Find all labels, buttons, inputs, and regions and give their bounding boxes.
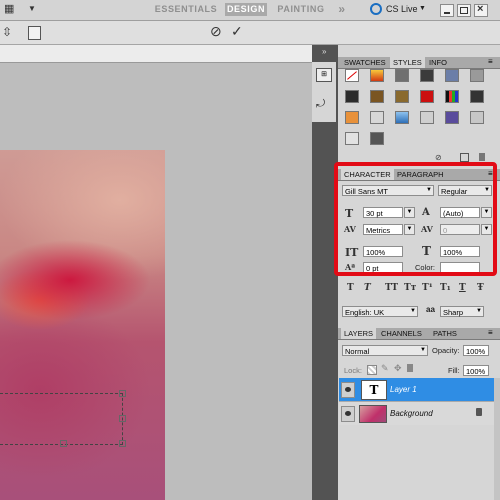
lock-pixels-icon[interactable]: ✎ (381, 363, 389, 374)
delete-style-icon[interactable]: ⊘ (435, 153, 442, 162)
cancel-edit-icon[interactable]: ⊘ (210, 23, 222, 40)
opacity-label: Opacity: (432, 346, 460, 355)
style-swatch[interactable] (395, 69, 409, 82)
opacity-field[interactable]: 100% (463, 345, 489, 356)
actions-panel-icon[interactable]: ⤾ (316, 98, 330, 112)
document-image[interactable] (0, 150, 165, 500)
faux-bold-button[interactable]: T (347, 283, 354, 293)
text-orientation-icon[interactable]: ⇳ (2, 25, 12, 39)
visibility-eye-icon[interactable] (341, 382, 355, 398)
text-bounding-box[interactable] (0, 393, 123, 445)
dropdown-arrow-icon[interactable]: ▼ (28, 4, 36, 13)
style-swatch[interactable] (370, 132, 384, 145)
all-caps-button[interactable]: TT (385, 283, 398, 293)
tab-channels[interactable]: CHANNELS (378, 328, 425, 339)
style-swatch[interactable] (470, 90, 484, 103)
faux-italic-button[interactable]: T (364, 283, 371, 293)
style-swatch[interactable] (420, 90, 434, 103)
strikethrough-button[interactable]: Ŧ (477, 283, 484, 293)
transform-handle[interactable] (119, 390, 126, 397)
layers-panel-tabs: LAYERS CHANNELS PATHS ≡ (338, 328, 500, 340)
character-panel-highlight (334, 162, 497, 276)
style-swatch[interactable] (395, 90, 409, 103)
language-select[interactable]: English: UK (342, 306, 418, 317)
lock-label: Lock: (344, 366, 362, 375)
antialias-icon: aa (426, 305, 435, 314)
tab-info[interactable]: INFO (426, 57, 450, 68)
subscript-button[interactable]: T₁ (440, 283, 451, 293)
layer-name[interactable]: Layer 1 (390, 385, 417, 394)
lock-all-icon[interactable] (407, 364, 413, 372)
cs-live-dropdown-icon[interactable]: ▼ (419, 5, 426, 12)
layers-scrollbar[interactable] (494, 378, 500, 500)
superscript-button[interactable]: T¹ (422, 283, 433, 293)
style-swatch[interactable] (445, 111, 459, 124)
collapse-dock-icon[interactable]: » (322, 47, 326, 56)
style-swatch[interactable] (445, 69, 459, 82)
small-caps-button[interactable]: Tт (404, 283, 416, 293)
style-swatch[interactable] (445, 90, 459, 103)
background-layer-thumbnail (359, 405, 387, 423)
fill-label: Fill: (448, 366, 460, 375)
style-swatch[interactable] (345, 90, 359, 103)
options-bar: ⇳ ⊘ ✓ (0, 21, 500, 45)
blend-mode-dropdown-icon[interactable]: ▼ (420, 347, 426, 353)
history-panel-icon[interactable]: ⊞ (316, 68, 332, 82)
layer-lock-icon (476, 408, 482, 416)
antialias-dropdown-icon[interactable]: ▼ (476, 308, 482, 314)
close-button[interactable]: × (474, 3, 488, 17)
text-style-buttons: T T TT Tт T¹ T₁ T Ŧ (340, 283, 490, 297)
style-swatch[interactable] (345, 132, 359, 145)
fill-field[interactable]: 100% (463, 365, 489, 376)
cs-live-icon[interactable] (370, 3, 382, 15)
tab-styles[interactable]: STYLES (390, 57, 425, 68)
style-swatch[interactable] (420, 111, 434, 124)
workspace-essentials[interactable]: ESSENTIALS (152, 3, 220, 16)
style-swatch[interactable] (370, 69, 384, 82)
menu-expand-icon[interactable]: ▦ (4, 3, 18, 16)
underline-button[interactable]: T (459, 283, 466, 293)
panel-menu-icon[interactable]: ≡ (488, 328, 493, 337)
tab-swatches[interactable]: SWATCHES (341, 57, 389, 68)
layer-row-layer-1[interactable]: T Layer 1 (339, 378, 494, 401)
layer-name[interactable]: Background (390, 409, 433, 418)
collapsed-panel-icons: ⊞ ⤾ (312, 62, 336, 122)
tab-layers[interactable]: LAYERS (341, 328, 377, 339)
more-workspaces-icon[interactable]: » (334, 3, 350, 16)
trash-icon[interactable] (479, 153, 485, 161)
application-bar: ▦ ▼ ESSENTIALS DESIGN PAINTING » CS Live… (0, 0, 500, 21)
visibility-eye-icon[interactable] (341, 406, 355, 422)
style-swatch[interactable] (470, 69, 484, 82)
style-swatch-none[interactable] (345, 69, 359, 82)
workspace-painting[interactable]: PAINTING (275, 3, 327, 16)
text-layer-thumbnail: T (361, 380, 387, 400)
restore-button[interactable] (457, 4, 471, 17)
new-style-icon[interactable] (460, 153, 469, 162)
transform-handle[interactable] (119, 415, 126, 422)
style-swatch[interactable] (420, 69, 434, 82)
cs-live-label[interactable]: CS Live (386, 4, 418, 14)
style-swatch[interactable] (370, 90, 384, 103)
style-swatch[interactable] (395, 111, 409, 124)
styles-panel-tabs: SWATCHES STYLES INFO ≡ (338, 57, 500, 69)
layer-row-background[interactable]: Background (339, 401, 494, 425)
language-dropdown-icon[interactable]: ▼ (410, 308, 416, 314)
lock-position-icon[interactable]: ✥ (394, 363, 402, 374)
style-swatch[interactable] (345, 111, 359, 124)
tab-paths[interactable]: PATHS (430, 328, 460, 339)
style-swatch[interactable] (370, 111, 384, 124)
toggle-panels-icon[interactable] (28, 26, 41, 40)
commit-edit-icon[interactable]: ✓ (231, 23, 243, 40)
styles-grid (340, 69, 492, 159)
minimize-button[interactable] (440, 4, 454, 17)
style-swatch[interactable] (470, 111, 484, 124)
lock-transparency-icon[interactable] (367, 365, 377, 375)
workspace-design[interactable]: DESIGN (225, 3, 267, 16)
blend-mode-select[interactable]: Normal (342, 345, 428, 356)
ruler (0, 45, 312, 63)
panel-menu-icon[interactable]: ≡ (488, 57, 493, 66)
transform-handle[interactable] (119, 440, 126, 447)
transform-handle[interactable] (60, 440, 67, 447)
